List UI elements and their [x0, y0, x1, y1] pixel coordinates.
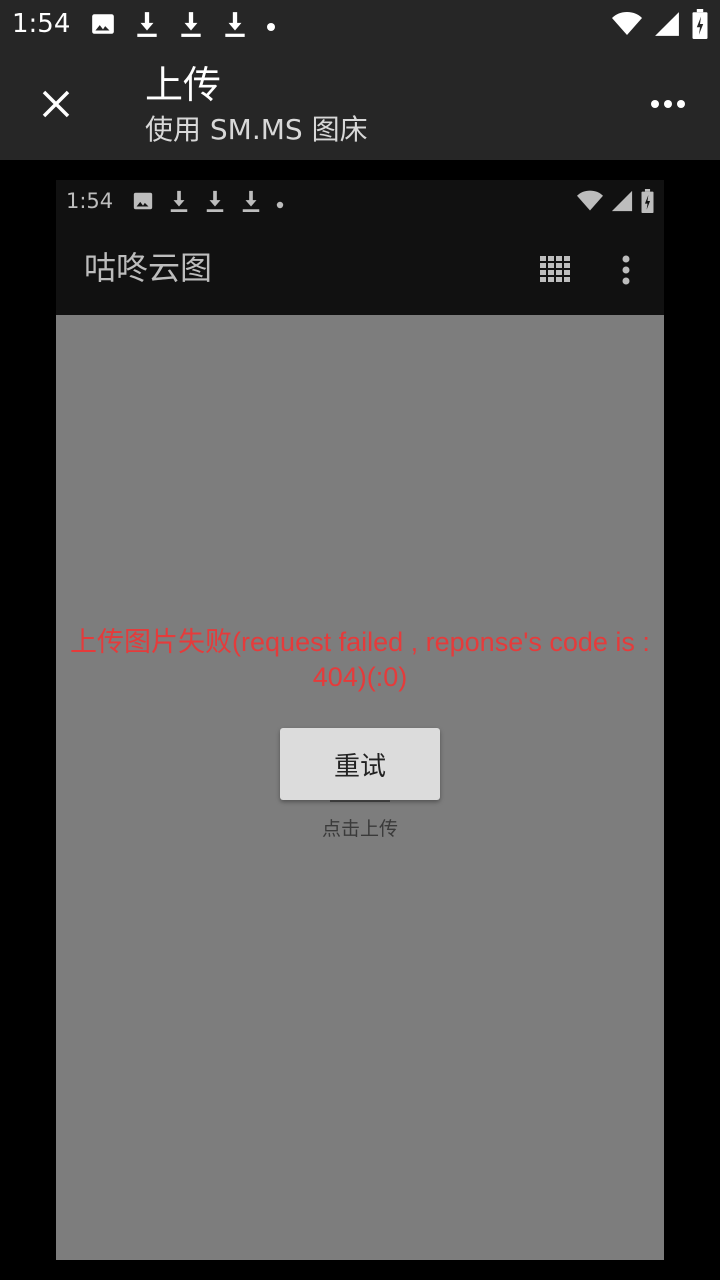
preview-screenshot: 1:54 咕咚云图 上传图片失败(request failed , repons… [56, 180, 664, 1260]
dot-icon [266, 17, 276, 36]
image-icon [90, 11, 116, 41]
dot-icon [276, 194, 284, 213]
toolbar: 上传 使用 SM.MS 图床 [0, 48, 720, 160]
image-icon [132, 190, 154, 216]
upload-content-area: 上传图片失败(request failed , reponse's code i… [56, 315, 664, 1260]
status-bar: 1:54 [0, 0, 720, 48]
download-icon [168, 189, 190, 217]
battery-icon [641, 189, 654, 217]
wifi-icon [612, 11, 642, 41]
wifi-icon [577, 190, 603, 216]
download-icon [204, 189, 226, 217]
grid-icon [540, 256, 570, 282]
download-icon [178, 10, 204, 42]
inner-notification-icons [132, 189, 284, 217]
upload-error-message: 上传图片失败(request failed , reponse's code i… [70, 627, 650, 692]
system-icons [612, 9, 708, 43]
status-time: 1:54 [12, 9, 71, 39]
download-icon [222, 10, 248, 42]
inner-app-bar: 咕咚云图 [56, 222, 664, 315]
page-subtitle: 使用 SM.MS 图床 [145, 113, 368, 146]
notification-icons [90, 10, 276, 42]
more-vert-icon [651, 100, 685, 108]
grid-view-button[interactable] [538, 252, 574, 288]
close-icon [42, 90, 70, 118]
divider [330, 800, 390, 802]
signal-icon [654, 11, 680, 41]
close-button[interactable] [30, 78, 82, 130]
inner-status-bar: 1:54 [56, 180, 664, 222]
more-vert-icon [622, 255, 630, 285]
inner-more-options-button[interactable] [616, 248, 636, 292]
download-icon [240, 189, 262, 217]
tap-to-upload-hint[interactable]: 点击上传 [56, 816, 664, 842]
signal-icon [611, 190, 633, 216]
download-icon [134, 10, 160, 42]
page-title: 上传 [145, 63, 222, 107]
battery-icon [692, 9, 708, 43]
inner-status-time: 1:54 [66, 189, 114, 213]
more-options-button[interactable] [636, 80, 700, 128]
retry-button[interactable]: 重试 [280, 728, 440, 800]
inner-app-title: 咕咚云图 [84, 249, 213, 287]
inner-system-icons [577, 189, 654, 217]
